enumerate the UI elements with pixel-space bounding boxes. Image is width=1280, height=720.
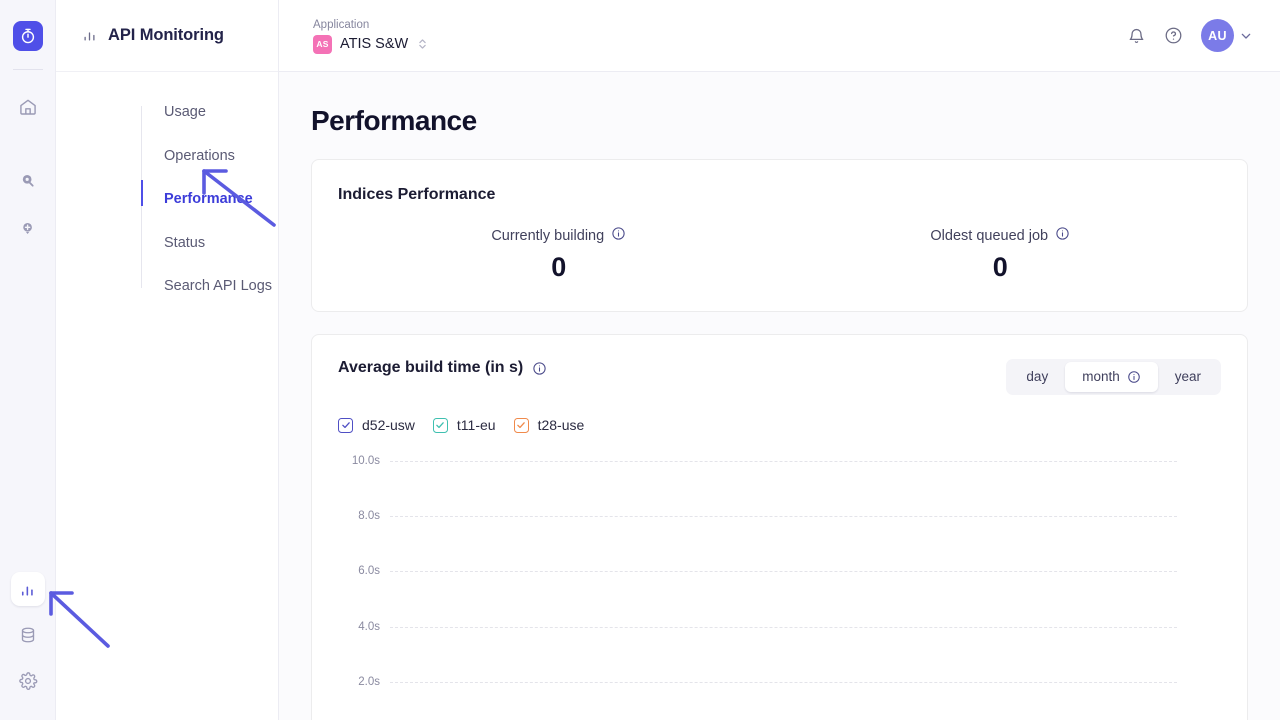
sidebar-item-operations[interactable]: Operations: [164, 140, 278, 172]
legend-item-d52-usw[interactable]: d52-usw: [338, 417, 415, 433]
search-location-icon[interactable]: [11, 164, 45, 198]
info-circle-icon[interactable]: [532, 361, 547, 376]
gear-icon[interactable]: [11, 664, 45, 698]
legend-checkbox[interactable]: [433, 418, 448, 433]
range-label: day: [1026, 369, 1048, 385]
sidebar-item-status[interactable]: Status: [164, 227, 278, 259]
legend-checkbox[interactable]: [338, 418, 353, 433]
top-bar-actions: AU: [1127, 19, 1254, 52]
info-circle-icon[interactable]: [611, 226, 626, 245]
recommend-icon[interactable]: [11, 212, 45, 246]
y-axis-tick-label: 6.0s: [338, 565, 380, 577]
avatar: AU: [1201, 19, 1234, 52]
chart-gridline: [390, 461, 1177, 462]
range-label: year: [1175, 369, 1201, 385]
legend-item-t28-use[interactable]: t28-use: [514, 417, 585, 433]
kpi-value: 0: [338, 251, 780, 283]
chart-legend: d52-usw t11-eu t28-use: [338, 417, 1221, 433]
legend-label: t11-eu: [457, 417, 496, 433]
chart-gridline: [390, 627, 1177, 628]
user-menu[interactable]: AU: [1201, 19, 1254, 52]
kpi-value: 0: [780, 251, 1222, 283]
top-bar: Application AS ATIS S&W: [279, 0, 1280, 72]
range-label: month: [1082, 369, 1120, 385]
product-sidebar: API Monitoring Usage Operations Performa…: [56, 0, 279, 720]
application-badge: AS: [313, 35, 332, 54]
chart-gridline: [390, 571, 1177, 572]
chart-title: Average build time (in s): [338, 359, 523, 377]
icon-rail: [0, 0, 56, 720]
kpi-label: Currently building: [491, 228, 604, 244]
sidebar-nav: Usage Operations Performance Status Sear…: [56, 72, 278, 302]
sidebar-item-performance[interactable]: Performance: [164, 183, 278, 215]
range-day-button[interactable]: day: [1009, 362, 1065, 392]
range-month-button[interactable]: month: [1065, 362, 1158, 392]
rail-divider: [13, 69, 43, 70]
indices-performance-title: Indices Performance: [338, 186, 1221, 204]
sidebar-item-usage[interactable]: Usage: [164, 96, 278, 128]
range-year-button[interactable]: year: [1158, 362, 1218, 392]
application-picker-label: Application: [313, 18, 427, 32]
legend-checkbox[interactable]: [514, 418, 529, 433]
kpi-oldest-queued-job: Oldest queued job 0: [780, 226, 1222, 283]
chart-gridline: [390, 516, 1177, 517]
time-range-toggle: day month year: [1006, 359, 1221, 395]
kpi-label: Oldest queued job: [930, 228, 1048, 244]
y-axis-tick-label: 8.0s: [338, 510, 380, 522]
application-name: ATIS S&W: [340, 36, 408, 52]
kpi-currently-building: Currently building 0: [338, 226, 780, 283]
y-axis-tick-label: 4.0s: [338, 621, 380, 633]
app-window: API Monitoring Usage Operations Performa…: [0, 0, 1280, 720]
main-area: Application AS ATIS S&W: [279, 0, 1280, 720]
database-icon[interactable]: [11, 618, 45, 652]
sidebar-header: API Monitoring: [56, 0, 278, 72]
y-axis-tick-label: 10.0s: [338, 455, 380, 467]
indices-performance-card: Indices Performance Currently building 0: [311, 159, 1248, 312]
page-title: Performance: [311, 105, 1248, 137]
sidebar-item-search-api-logs[interactable]: Search API Logs: [164, 270, 278, 302]
bar-chart-icon: [82, 28, 97, 43]
chart-plot-area: 0s2.0s4.0s6.0s8.0s10.0s: [338, 445, 1221, 720]
home-icon[interactable]: [11, 90, 45, 124]
info-circle-icon[interactable]: [1055, 226, 1070, 245]
kpi-group: Currently building 0 Oldest queued job: [338, 226, 1221, 283]
legend-label: d52-usw: [362, 417, 415, 433]
up-down-stepper-icon[interactable]: [418, 37, 427, 51]
bar-chart-icon[interactable]: [11, 572, 45, 606]
page-content: Performance Indices Performance Currentl…: [279, 72, 1280, 720]
average-build-time-card: Average build time (in s) day month: [311, 334, 1248, 720]
application-picker[interactable]: Application AS ATIS S&W: [313, 18, 427, 54]
info-circle-icon[interactable]: [1127, 370, 1141, 384]
legend-item-t11-eu[interactable]: t11-eu: [433, 417, 496, 433]
y-axis-tick-label: 2.0s: [338, 676, 380, 688]
stopwatch-logo-icon[interactable]: [13, 21, 43, 51]
legend-label: t28-use: [538, 417, 585, 433]
chart-gridline: [390, 682, 1177, 683]
bell-icon[interactable]: [1127, 26, 1146, 45]
chart-header: Average build time (in s) day month: [338, 359, 1221, 395]
rail-bottom-group: [0, 572, 55, 698]
chevron-down-icon[interactable]: [1238, 28, 1254, 44]
sidebar-title: API Monitoring: [108, 26, 224, 45]
question-circle-icon[interactable]: [1164, 26, 1183, 45]
